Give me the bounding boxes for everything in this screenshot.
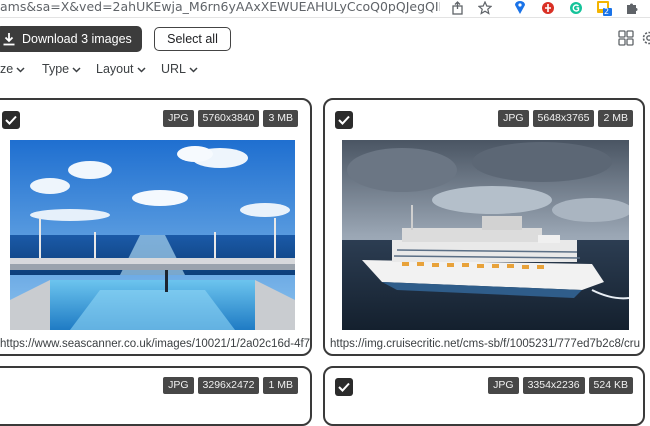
bookmark-star-icon[interactable]	[477, 0, 493, 16]
image-meta-badges: JPG 5648x3765 2 MB	[498, 110, 633, 127]
filter-url-label: URL	[161, 62, 186, 76]
image-card[interactable]: JPG 5760x3840 3 MB	[0, 98, 312, 356]
checkmark-icon	[338, 115, 350, 125]
checkmark-icon	[338, 382, 350, 392]
image-source-url[interactable]: https://img.cruisecritic.net/cms-sb/f/10…	[330, 338, 642, 350]
size-badge: 2 MB	[598, 110, 633, 127]
dimensions-badge: 3354x2236	[523, 377, 585, 394]
image-meta-badges: JPG 5760x3840 3 MB	[163, 110, 298, 127]
image-card[interactable]: JPG 3296x2472 1 MB	[0, 366, 312, 426]
dimensions-badge: 3296x2472	[198, 377, 260, 394]
chevron-down-icon	[16, 62, 25, 76]
type-badge: JPG	[498, 110, 528, 127]
grid-view-icon[interactable]	[618, 30, 634, 51]
filter-type[interactable]: Type	[42, 62, 81, 76]
puzzle-extensions-icon[interactable]	[624, 0, 640, 16]
address-url[interactable]: ams&sa=X&ved=2ahUKEwja_M6rn6yAAxXEWUEAHU…	[0, 0, 440, 16]
type-badge: JPG	[488, 377, 518, 394]
download-icon	[2, 32, 16, 49]
size-badge: 3 MB	[263, 110, 298, 127]
size-badge: 1 MB	[263, 377, 298, 394]
image-downloader-extension-icon[interactable]: 2	[596, 0, 612, 16]
chevron-down-icon	[189, 62, 198, 76]
share-icon[interactable]	[450, 0, 466, 16]
dimensions-badge: 5648x3765	[533, 110, 595, 127]
browser-address-bar: ams&sa=X&ved=2ahUKEwja_M6rn6yAAxXEWUEAHU…	[0, 0, 650, 18]
type-badge: JPG	[163, 377, 193, 394]
download-images-button[interactable]: Download 3 images	[0, 26, 142, 52]
filter-size[interactable]: ze	[0, 62, 25, 76]
download-button-label: Download 3 images	[22, 32, 132, 46]
filter-type-label: Type	[42, 62, 69, 76]
image-meta-badges: JPG 3354x2236 524 KB	[488, 377, 633, 394]
dimensions-badge: 5760x3840	[198, 110, 260, 127]
extension-badge-count: 2	[604, 7, 609, 16]
chevron-down-icon	[72, 62, 81, 76]
grammarly-extension-icon[interactable]	[568, 0, 584, 16]
image-meta-badges: JPG 3296x2472 1 MB	[163, 377, 298, 394]
image-source-url[interactable]: https://www.seascanner.co.uk/images/1002…	[0, 338, 310, 350]
type-badge: JPG	[163, 110, 193, 127]
card-checkbox[interactable]	[335, 378, 353, 396]
select-all-button[interactable]: Select all	[154, 27, 231, 51]
image-thumbnail[interactable]	[342, 140, 629, 330]
filter-url[interactable]: URL	[161, 62, 198, 76]
card-checkbox[interactable]	[2, 111, 20, 129]
red-shield-extension-icon[interactable]	[540, 0, 556, 16]
image-card[interactable]: JPG 5648x3765 2 MB	[323, 98, 645, 356]
checkmark-icon	[5, 115, 17, 125]
filter-size-label: ze	[0, 62, 13, 76]
location-pin-extension-icon[interactable]	[512, 0, 528, 16]
size-badge: 524 KB	[589, 377, 633, 394]
filter-layout-label: Layout	[96, 62, 134, 76]
card-checkbox[interactable]	[335, 111, 353, 129]
settings-gear-icon[interactable]	[641, 30, 650, 51]
image-thumbnail[interactable]	[10, 140, 295, 330]
chevron-down-icon	[137, 62, 146, 76]
image-card[interactable]: JPG 3354x2236 524 KB	[323, 366, 645, 426]
filter-layout[interactable]: Layout	[96, 62, 146, 76]
